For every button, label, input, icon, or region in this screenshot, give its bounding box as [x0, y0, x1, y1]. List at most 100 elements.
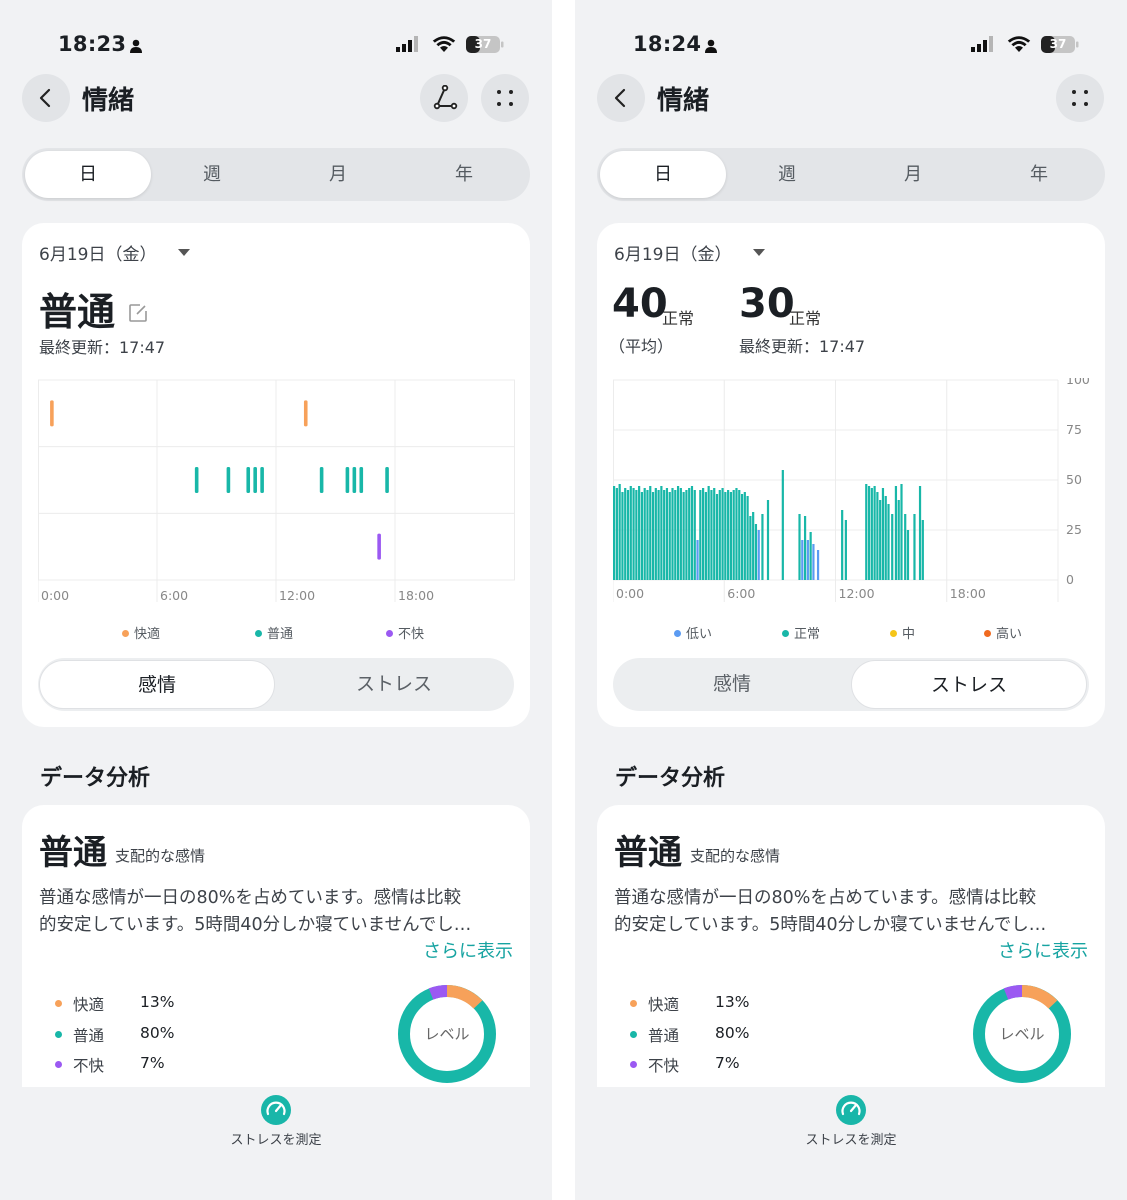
more-button[interactable] — [1056, 74, 1104, 122]
avg-stress-value: 40 — [612, 281, 668, 327]
show-more-link[interactable]: さらに表示 — [998, 937, 1088, 963]
date-selector[interactable]: 6月19日（金） — [39, 240, 156, 265]
stress-bar — [841, 510, 844, 580]
stress-bar — [663, 490, 666, 580]
signal-icon — [971, 36, 993, 52]
speedometer-icon[interactable] — [836, 1095, 866, 1125]
stress-bar — [740, 494, 744, 580]
stress-bar — [643, 488, 646, 580]
stress-bar — [891, 514, 894, 580]
mood-pct: 13% — [140, 993, 175, 1011]
stress-bar — [754, 524, 758, 580]
stress-bar — [665, 488, 669, 580]
stress-bar — [632, 488, 635, 580]
toggle-stress[interactable]: ストレス — [276, 660, 512, 709]
edit-icon[interactable] — [128, 303, 148, 323]
section-title: データ分析 — [40, 766, 151, 791]
emotion-legend: 快適 普通 不快 — [22, 623, 530, 643]
battery-level: 37 — [1049, 37, 1067, 51]
page-title: 情緒 — [657, 86, 710, 116]
tab-day[interactable]: 日 — [25, 151, 151, 198]
toggle-stress[interactable]: ストレス — [851, 660, 1087, 709]
more-dots-icon — [1072, 90, 1088, 106]
show-more-link[interactable]: さらに表示 — [423, 937, 513, 963]
stress-bar — [699, 490, 702, 580]
mood-label: 普通 — [648, 1027, 680, 1045]
back-button[interactable] — [597, 74, 645, 122]
emotion-chart: 0:00 6:00 12:00 18:00 — [38, 379, 515, 603]
mood-mark — [352, 467, 357, 493]
donut-seg-comfort — [1021, 985, 1058, 1009]
x-tick-label: 12:00 — [279, 588, 315, 603]
stress-bar — [615, 488, 618, 580]
stress-bar — [897, 500, 900, 580]
legend-label: 高い — [996, 627, 1023, 642]
x-tick-label: 6:00 — [727, 586, 755, 601]
stress-bar — [904, 514, 907, 580]
stress-bar — [749, 516, 752, 580]
caret-down-icon[interactable] — [753, 249, 765, 256]
mood-mark — [260, 467, 264, 493]
analysis-line: 普通な感情が一日の80%を占めています。感情は比較 — [39, 888, 462, 908]
chevron-left-icon — [614, 88, 626, 108]
stress-bar — [894, 486, 898, 580]
stress-bar — [718, 490, 721, 580]
tab-day[interactable]: 日 — [600, 151, 726, 198]
stress-bar — [761, 514, 764, 580]
measure-stress-label[interactable]: ストレスを測定 — [776, 1129, 926, 1148]
tab-year[interactable]: 年 — [401, 151, 527, 198]
stress-bar — [688, 488, 691, 580]
mood-mark — [194, 467, 199, 493]
signal-icon — [396, 36, 418, 52]
mood-mark — [377, 533, 381, 560]
more-button[interactable] — [481, 74, 529, 122]
battery-icon: 37 — [1041, 36, 1079, 53]
stress-bar — [671, 488, 674, 580]
stress-bar — [629, 486, 632, 580]
x-tick-label: 18:00 — [398, 588, 434, 603]
stress-bar — [887, 504, 890, 580]
stress-bar — [900, 484, 903, 580]
stress-bar — [657, 490, 660, 580]
stress-bar — [674, 490, 677, 580]
caret-down-icon[interactable] — [178, 249, 190, 256]
stress-bar — [676, 486, 680, 580]
stress-bar — [867, 486, 871, 580]
mood-mark — [345, 467, 350, 493]
tab-year[interactable]: 年 — [976, 151, 1102, 198]
legend-dot — [630, 1061, 637, 1068]
section-title: データ分析 — [615, 766, 726, 791]
status-bar: 18:24 37 — [575, 30, 1127, 60]
stress-bar — [798, 514, 801, 580]
speedometer-icon[interactable] — [261, 1095, 291, 1125]
stress-bar — [660, 486, 663, 580]
legend-dot — [782, 630, 789, 637]
stress-bar — [812, 544, 815, 580]
view-toggle: 感情 ストレス — [613, 658, 1089, 711]
dominant-label: 支配的な感情 — [690, 847, 781, 865]
tab-month[interactable]: 月 — [275, 151, 401, 198]
toggle-emotion[interactable]: 感情 — [614, 660, 850, 709]
toggle-emotion[interactable]: 感情 — [39, 660, 275, 709]
x-tick-label: 0:00 — [41, 588, 69, 603]
analysis-text: 普通な感情が一日の80%を占めています。感情は比較 的安定しています。5時間40… — [614, 885, 1089, 939]
stress-bar — [713, 488, 716, 580]
measure-stress-label[interactable]: ストレスを測定 — [201, 1129, 351, 1148]
date-selector[interactable]: 6月19日（金） — [614, 240, 731, 265]
donut-seg-unpleasant — [1003, 984, 1023, 1000]
legend-item: 普通 — [255, 623, 293, 642]
tab-month[interactable]: 月 — [850, 151, 976, 198]
trend-button[interactable] — [420, 74, 468, 122]
stress-bar — [638, 486, 641, 580]
stress-bar — [727, 490, 730, 580]
tab-week[interactable]: 週 — [724, 151, 850, 198]
mood-value: 普通 — [39, 290, 116, 334]
y-tick-label: 75 — [1066, 422, 1082, 437]
dominant-mood: 普通 — [614, 833, 682, 873]
stress-bar — [743, 492, 746, 580]
back-button[interactable] — [22, 74, 70, 122]
tab-week[interactable]: 週 — [149, 151, 275, 198]
screen-stress: 18:24 37 情緒 日 週 月 年 6月19日（金） 40 正常 （平均） … — [575, 0, 1127, 1200]
avg-stress-unit: 正常 — [662, 309, 695, 328]
legend-label: 普通 — [267, 627, 294, 642]
